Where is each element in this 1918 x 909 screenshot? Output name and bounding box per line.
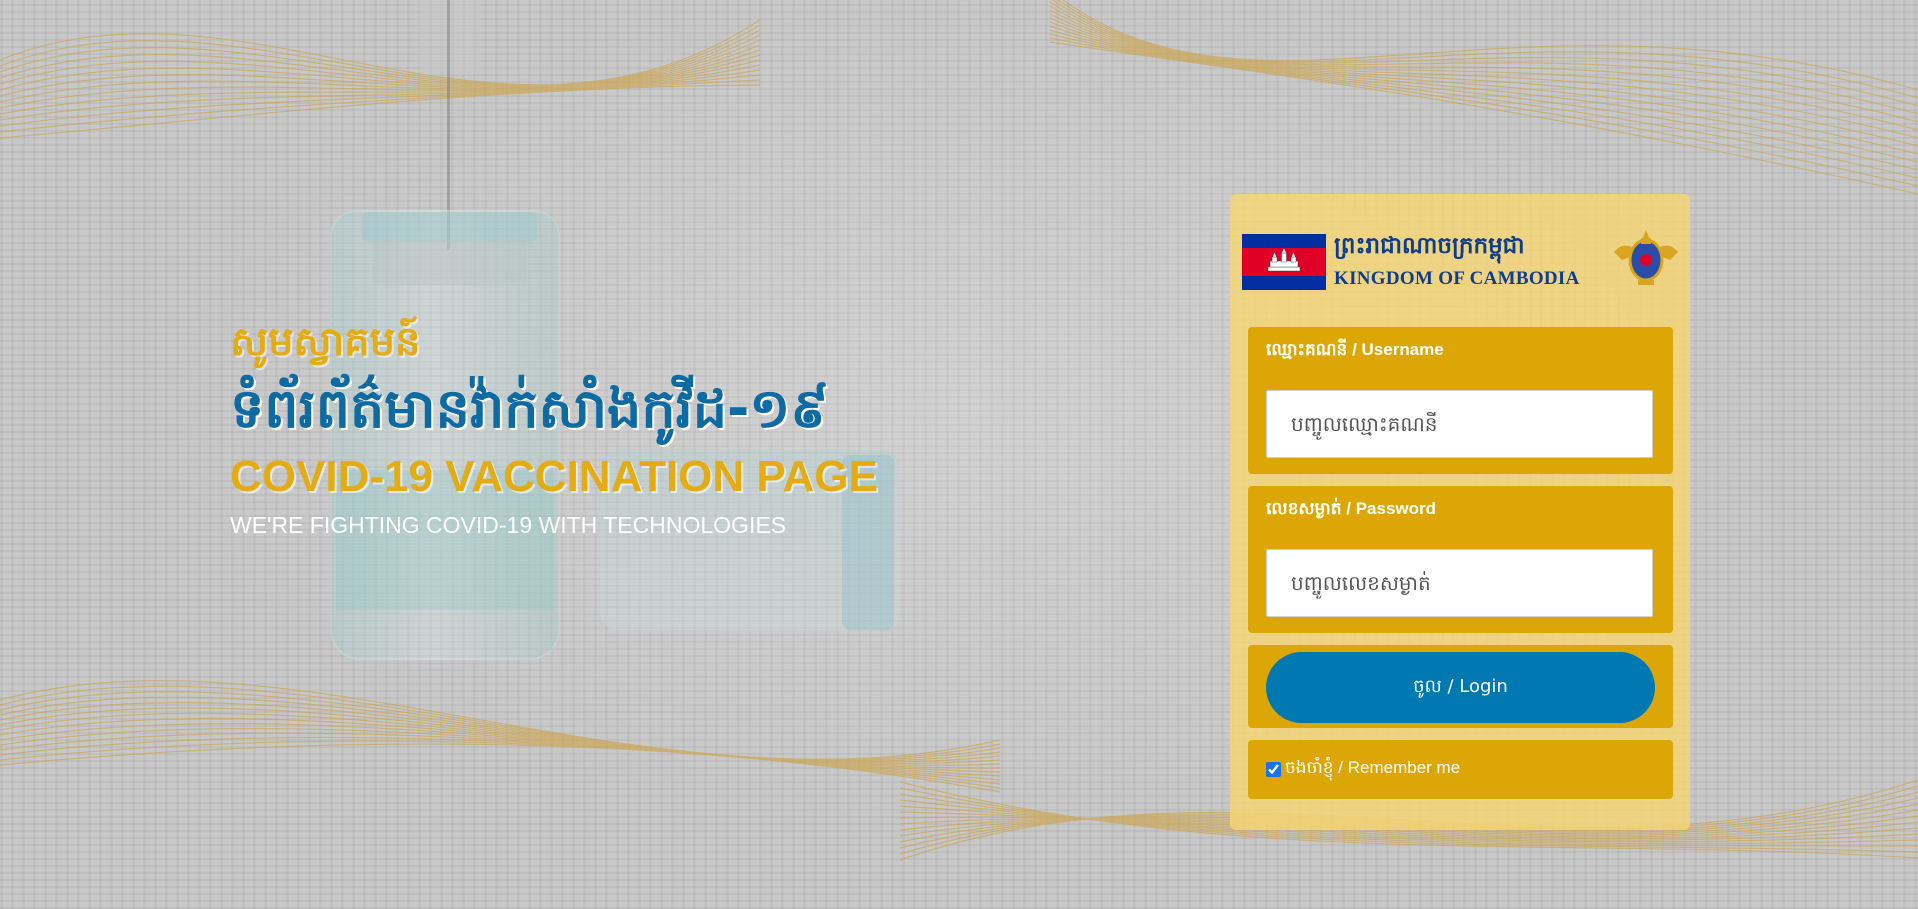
welcome-heading: សូមស្វាគមន៍ (230, 319, 421, 365)
username-label: ឈ្មោះគណនី / Username (1266, 340, 1444, 359)
vial-neck-decoration (372, 240, 527, 285)
login-card: ព្រះរាជាណាចក្រកម្ពុជា KINGDOM OF CAMBODI… (1230, 194, 1690, 830)
remember-me-label[interactable]: ចងចាំខ្ញុំ / Remember me (1285, 757, 1460, 782)
royal-emblem-icon (1614, 230, 1678, 285)
password-label: លេខសម្ងាត់ / Password (1266, 499, 1437, 518)
login-group: ចូល / Login (1248, 645, 1673, 728)
tagline: WE'RE FIGHTING COVID-19 WITH TECHNOLOGIE… (230, 512, 787, 538)
password-group: លេខសម្ងាត់ / Password (1248, 486, 1673, 633)
brand-name-khmer: ព្រះរាជាណាចក្រកម្ពុជា (1334, 232, 1525, 259)
page-title-khmer: ទំព័រព័ត៌មានវ៉ាក់សាំងកូវីដ-១៩ (230, 377, 829, 440)
brand-name-english: KINGDOM OF CAMBODIA (1334, 268, 1580, 289)
remember-group: ចងចាំខ្ញុំ / Remember me (1248, 740, 1673, 799)
password-input[interactable] (1266, 549, 1653, 617)
username-group: ឈ្មោះគណនី / Username (1248, 327, 1673, 474)
remember-me-control[interactable]: ចងចាំខ្ញុំ / Remember me (1266, 757, 1460, 782)
username-input[interactable] (1266, 390, 1653, 458)
cambodia-flag-icon (1242, 234, 1326, 290)
vial-cap-decoration (362, 212, 537, 242)
remember-me-checkbox[interactable] (1266, 762, 1281, 777)
brand-header: ព្រះរាជាណាចក្រកម្ពុជា KINGDOM OF CAMBODI… (1242, 230, 1682, 292)
login-button[interactable]: ចូល / Login (1266, 652, 1655, 723)
hero-section: សូមស្វាគមន៍ ទំព័រព័ត៌មានវ៉ាក់សាំងកូវីដ-១… (230, 318, 878, 542)
page-title-english: COVID-19 VACCINATION PAGE (230, 452, 878, 501)
